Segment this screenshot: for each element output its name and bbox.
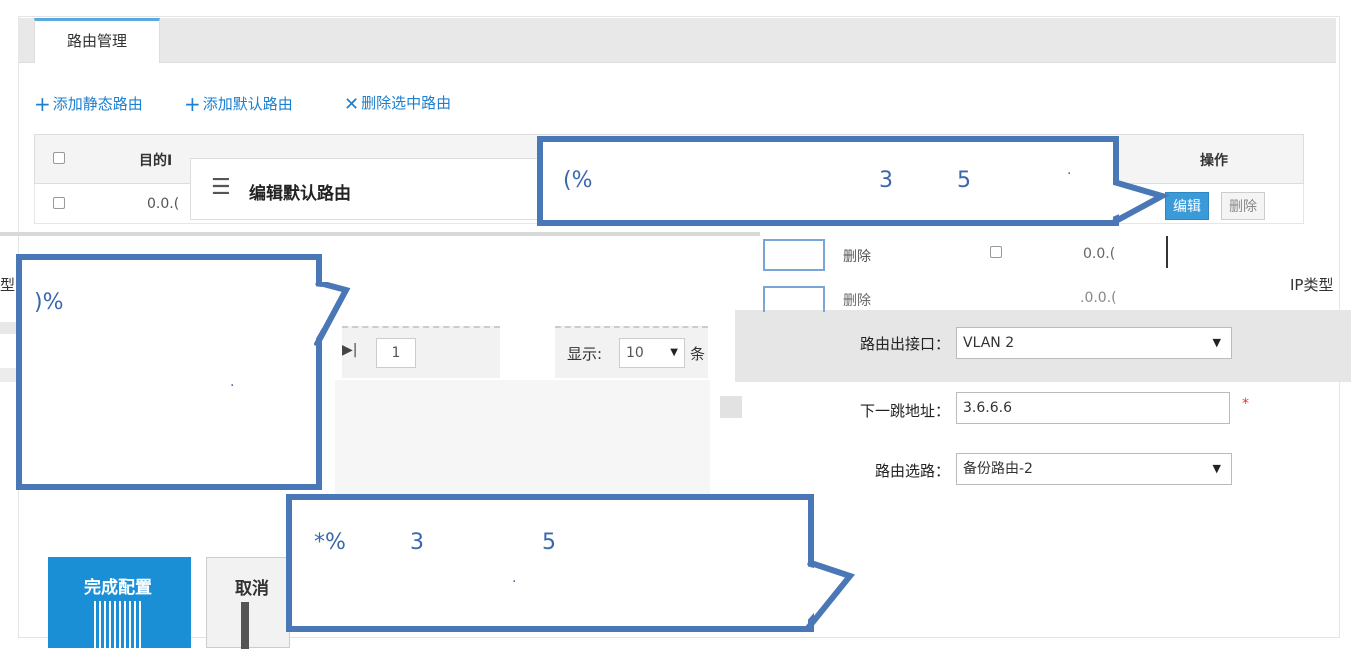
callout-a-number-5: 5 [957, 168, 971, 193]
row-checkbox[interactable] [990, 246, 1002, 258]
chevron-down-icon: ▼ [670, 347, 678, 358]
interface-value: VLAN 2 [963, 335, 1015, 351]
per-label: 条 [690, 345, 706, 363]
edit-button-ghost[interactable] [763, 239, 825, 271]
add-default-route-button[interactable]: + 添加默认路由 [184, 92, 293, 116]
edit-button[interactable]: 编辑 [1165, 192, 1209, 220]
callout-c-number-5: 5 [542, 530, 556, 555]
callout-b-pointer [314, 282, 351, 348]
row-destination: 0.0.( [147, 196, 180, 212]
row-destination: .0.0.( [1080, 290, 1117, 306]
page-number-input[interactable]: 1 [376, 338, 416, 368]
required-mark: * [1242, 396, 1249, 412]
divider [0, 232, 760, 236]
plus-icon: + [34, 92, 51, 116]
next-hop-input[interactable]: 3.6.6.6 [956, 392, 1230, 424]
route-selection-label: 路由选路： [874, 462, 950, 480]
divider [720, 396, 742, 418]
divider [241, 602, 249, 649]
cancel-label: 取消 [235, 579, 269, 599]
callout-c: *% 3 5 . [286, 494, 814, 632]
callout-a-text: (% [563, 168, 593, 193]
interface-label: 路由出接口： [859, 335, 950, 353]
callout-c-dot: . [512, 570, 517, 586]
callout-a-dot: . [1067, 162, 1072, 178]
tab-bar [18, 18, 1336, 63]
callout-a-pointer [1110, 179, 1170, 225]
show-label: 显示: [567, 345, 603, 363]
delete-link[interactable]: 删除 [843, 290, 871, 310]
barcode-artifact [94, 601, 142, 648]
delete-selected-routes-button[interactable]: ✕ 删除选中路由 [344, 92, 451, 115]
delete-link[interactable]: 删除 [843, 246, 871, 266]
column-destination: 目的I [139, 153, 173, 169]
divider [1166, 236, 1168, 268]
page-size-value: 10 [626, 345, 644, 361]
callout-a-number-3: 3 [879, 168, 893, 193]
select-all-checkbox[interactable] [53, 152, 65, 164]
page-size-control: 显示: 10 ▼ 条 [555, 326, 708, 378]
finish-config-button[interactable]: 完成配置 [48, 557, 191, 648]
x-icon: ✕ [344, 94, 360, 115]
divider [335, 380, 710, 495]
add-default-route-label: 添加默认路由 [202, 95, 293, 113]
edit-button-ghost[interactable] [763, 286, 825, 312]
row-checkbox[interactable] [53, 197, 65, 209]
callout-b-dot: . [230, 374, 235, 390]
page-size-select[interactable]: 10 ▼ [619, 338, 685, 368]
row-destination: 0.0.( [1083, 246, 1116, 262]
delete-selected-routes-label: 删除选中路由 [361, 94, 452, 112]
callout-b-text: )% [34, 290, 64, 315]
callout-b: )% . [16, 254, 322, 490]
tab-route-management[interactable]: 路由管理 [34, 18, 160, 63]
delete-button[interactable]: 删除 [1221, 192, 1265, 220]
callout-c-text: *% [314, 530, 346, 555]
dialog-title: 编辑默认路由 [249, 184, 351, 204]
callout-c-pointer [806, 559, 856, 630]
column-operations: 操作 [1200, 153, 1228, 169]
edit-default-route-dialog-header: ☰ 编辑默认路由 [190, 158, 540, 220]
callout-c-number-3: 3 [410, 530, 424, 555]
callout-a: (% 3 5 . [537, 136, 1119, 226]
ip-type-label: IP类型 [1290, 276, 1334, 294]
finish-config-label: 完成配置 [84, 578, 152, 598]
menu-icon: ☰ [211, 175, 231, 200]
cancel-button[interactable]: 取消 [206, 557, 290, 649]
interface-select[interactable]: VLAN 2 ▼ [956, 327, 1232, 359]
next-hop-label: 下一跳地址： [859, 402, 950, 420]
route-selection-select[interactable]: 备份路由-2 ▼ [956, 453, 1232, 485]
add-static-route-button[interactable]: + 添加静态路由 [34, 92, 143, 116]
next-hop-value: 3.6.6.6 [963, 400, 1012, 416]
pager: ▶| 1 [342, 326, 500, 378]
chevron-down-icon: ▼ [1212, 336, 1221, 349]
route-selection-value: 备份路由-2 [963, 461, 1033, 477]
plus-icon: + [184, 92, 201, 116]
ip-type-fragment: 型 [0, 276, 16, 294]
chevron-down-icon: ▼ [1212, 462, 1221, 475]
add-static-route-label: 添加静态路由 [52, 95, 143, 113]
